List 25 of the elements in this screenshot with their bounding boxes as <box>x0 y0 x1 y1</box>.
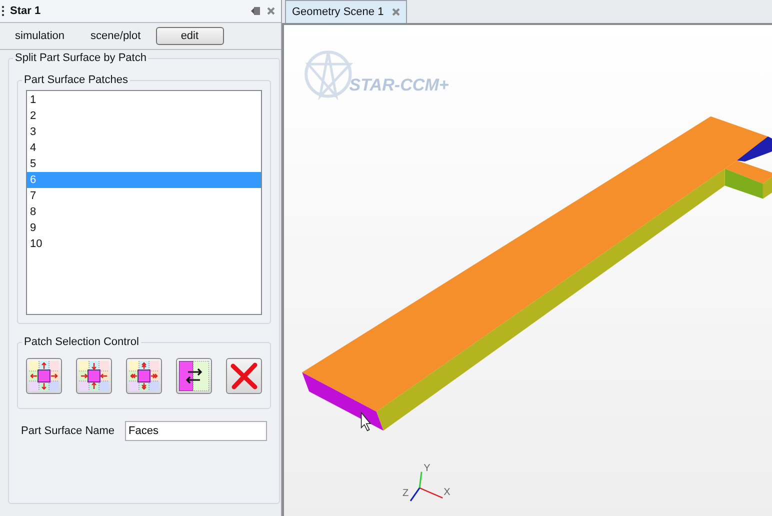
list-item[interactable]: 5 <box>27 156 261 172</box>
name-field[interactable]: Faces <box>124 421 267 441</box>
group-title: Patch Selection Control <box>23 336 140 348</box>
axis-label: Z <box>402 488 409 499</box>
group-title: Split Part Surface by Patch <box>14 52 148 64</box>
axis-label: X <box>444 486 450 498</box>
list-item[interactable]: 10 <box>27 236 261 252</box>
list-item[interactable]: 1 <box>27 92 261 108</box>
list-item[interactable]: 4 <box>27 140 261 156</box>
axis-label: Y <box>424 462 430 474</box>
tab[interactable]: simulation <box>4 27 76 45</box>
list-item[interactable]: 7 <box>27 188 261 204</box>
list-item[interactable]: 8 <box>27 204 261 220</box>
tab[interactable]: scene/plot <box>80 27 152 45</box>
group-title: Part Surface Patches <box>23 74 129 86</box>
tab-label: Geometry Scene 1 <box>292 6 384 18</box>
tab[interactable]: edit <box>156 27 224 45</box>
list-item[interactable]: 3 <box>27 124 261 140</box>
list-item[interactable]: 2 <box>27 108 261 124</box>
patch-list[interactable]: 1 2 3 4 5 6 7 8 9 10 <box>26 90 262 315</box>
field-label: Part Surface Name <box>21 425 115 437</box>
scene-tab[interactable]: Geometry Scene 1 <box>285 0 407 23</box>
panel-title: Star 1 <box>10 5 42 17</box>
list-item[interactable]: 9 <box>27 220 261 236</box>
logo-text: STAR-CCM+ <box>349 75 449 94</box>
